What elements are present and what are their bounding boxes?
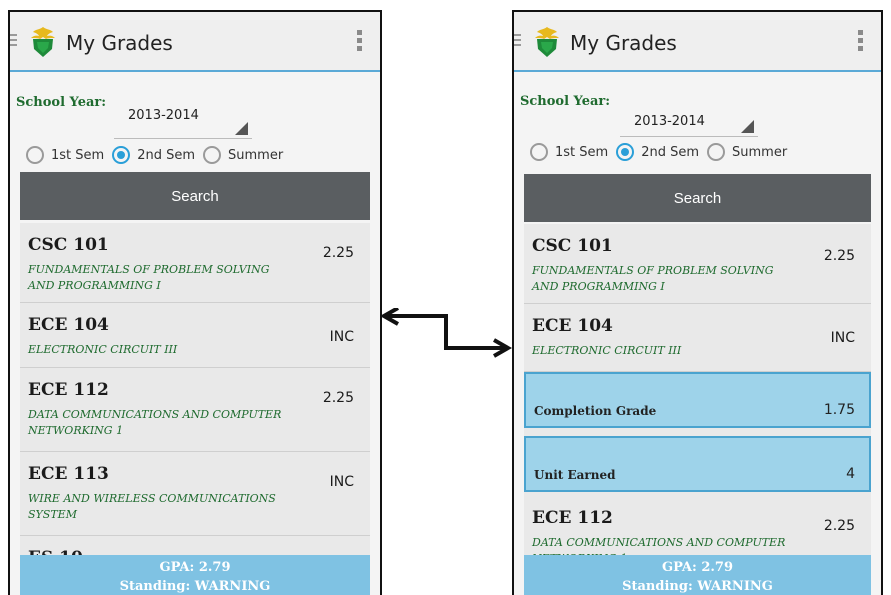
course-grade: 2.25	[823, 518, 855, 534]
radio-circle-icon	[26, 146, 44, 164]
phone-screen-left: My Grades School Year: 2013-2014 1st Sem…	[8, 10, 382, 595]
course-code: ECE 112	[532, 508, 613, 528]
course-grade: INC	[830, 330, 855, 346]
gpa-summary-bar: GPA: 2.79 Standing: WARNING	[524, 555, 871, 595]
phone-screen-right: My Grades School Year: 2013-2014 1st Sem…	[512, 10, 883, 595]
course-row[interactable]: ECE 112 DATA COMMUNICATIONS AND COMPUTER…	[20, 368, 370, 452]
screen-title: My Grades	[570, 31, 677, 55]
university-seal-logo	[535, 27, 559, 57]
completion-grade-panel: Completion Grade 1.75	[524, 372, 871, 428]
unit-earned-value: 4	[846, 466, 855, 482]
dropdown-corner-icon	[235, 122, 248, 135]
course-row[interactable]: ECE 113 WIRE AND WIRELESS COMMUNICATIONS…	[20, 452, 370, 536]
school-year-value: 2013-2014	[128, 108, 199, 123]
radio-label: Summer	[732, 144, 788, 160]
screen-title: My Grades	[66, 31, 173, 55]
course-row[interactable]: CSC 101 FUNDAMENTALS OF PROBLEM SOLVING …	[20, 223, 370, 303]
radio-label: 2nd Sem	[641, 144, 699, 160]
radio-selected-icon	[112, 146, 131, 164]
course-code: CSC 101	[532, 236, 613, 256]
kebab-menu-icon[interactable]	[357, 30, 362, 54]
semester-radio-group: 1st Sem 2nd Sem Summer	[26, 142, 291, 168]
school-year-dropdown[interactable]: 2013-2014	[620, 94, 758, 137]
course-code: ECE 104	[28, 315, 109, 335]
course-code: ECE 113	[28, 464, 109, 484]
unit-earned-panel: Unit Earned 4	[524, 436, 871, 492]
course-code: CSC 101	[28, 235, 109, 255]
app-bar: My Grades	[514, 12, 881, 72]
radio-1st-sem[interactable]: 1st Sem	[26, 146, 104, 164]
radio-label: 1st Sem	[555, 144, 609, 160]
course-title: ELECTRONIC CIRCUIT III	[532, 344, 682, 357]
course-code: ECE 112	[28, 380, 109, 400]
radio-selected-icon	[616, 143, 635, 161]
gpa-text: GPA: 2.79	[159, 560, 231, 575]
radio-1st-sem[interactable]: 1st Sem	[530, 143, 608, 161]
course-list: CSC 101 FUNDAMENTALS OF PROBLEM SOLVING …	[524, 224, 871, 595]
course-row[interactable]: CSC 101 FUNDAMENTALS OF PROBLEM SOLVING …	[524, 224, 871, 304]
school-year-label: School Year:	[16, 95, 107, 110]
gpa-text: GPA: 2.79	[661, 560, 733, 575]
radio-2nd-sem[interactable]: 2nd Sem	[112, 146, 195, 164]
radio-circle-icon	[203, 146, 221, 164]
course-row-expanded[interactable]: ECE 104 ELECTRONIC CIRCUIT III INC	[524, 304, 871, 372]
course-title: ELECTRONIC CIRCUIT III	[28, 343, 178, 356]
radio-label: 2nd Sem	[137, 147, 195, 163]
radio-label: Summer	[228, 147, 284, 163]
completion-grade-value: 1.75	[823, 402, 855, 418]
search-button[interactable]: Search	[524, 174, 871, 222]
radio-circle-icon	[530, 143, 548, 161]
radio-label: 1st Sem	[51, 147, 105, 163]
standing-text: Standing: WARNING	[119, 579, 271, 594]
hamburger-icon[interactable]	[10, 34, 17, 49]
app-bar: My Grades	[10, 12, 380, 72]
course-grade: 2.25	[322, 390, 354, 406]
course-code: ECE 104	[532, 316, 613, 336]
school-year-value: 2013-2014	[634, 114, 705, 129]
hamburger-icon[interactable]	[514, 34, 521, 49]
course-grade: INC	[329, 474, 354, 490]
course-row[interactable]: ECE 104 ELECTRONIC CIRCUIT III INC	[20, 303, 370, 368]
course-title: FUNDAMENTALS OF PROBLEM SOLVING AND PROG…	[28, 263, 270, 292]
gpa-summary-bar: GPA: 2.79 Standing: WARNING	[20, 555, 370, 595]
course-grade: INC	[329, 329, 354, 345]
school-year-label: School Year:	[520, 94, 611, 109]
course-grade: 2.25	[823, 248, 855, 264]
radio-circle-icon	[707, 143, 725, 161]
course-grade: 2.25	[322, 245, 354, 261]
semester-radio-group: 1st Sem 2nd Sem Summer	[530, 139, 795, 165]
search-button[interactable]: Search	[20, 172, 370, 220]
course-title: DATA COMMUNICATIONS AND COMPUTER NETWORK…	[28, 408, 282, 437]
course-list: CSC 101 FUNDAMENTALS OF PROBLEM SOLVING …	[20, 223, 370, 595]
radio-summer[interactable]: Summer	[707, 143, 787, 161]
standing-text: Standing: WARNING	[622, 579, 773, 594]
unit-earned-label: Unit Earned	[534, 468, 616, 482]
course-title: WIRE AND WIRELESS COMMUNICATIONS SYSTEM	[28, 492, 276, 521]
kebab-menu-icon[interactable]	[858, 30, 863, 54]
transition-arrow-icon	[380, 308, 513, 358]
dropdown-corner-icon	[741, 120, 754, 133]
radio-2nd-sem[interactable]: 2nd Sem	[616, 143, 699, 161]
completion-grade-label: Completion Grade	[534, 404, 657, 418]
university-seal-logo	[31, 27, 55, 57]
radio-summer[interactable]: Summer	[203, 146, 283, 164]
school-year-dropdown[interactable]: 2013-2014	[114, 96, 252, 139]
course-title: FUNDAMENTALS OF PROBLEM SOLVING AND PROG…	[532, 264, 774, 293]
